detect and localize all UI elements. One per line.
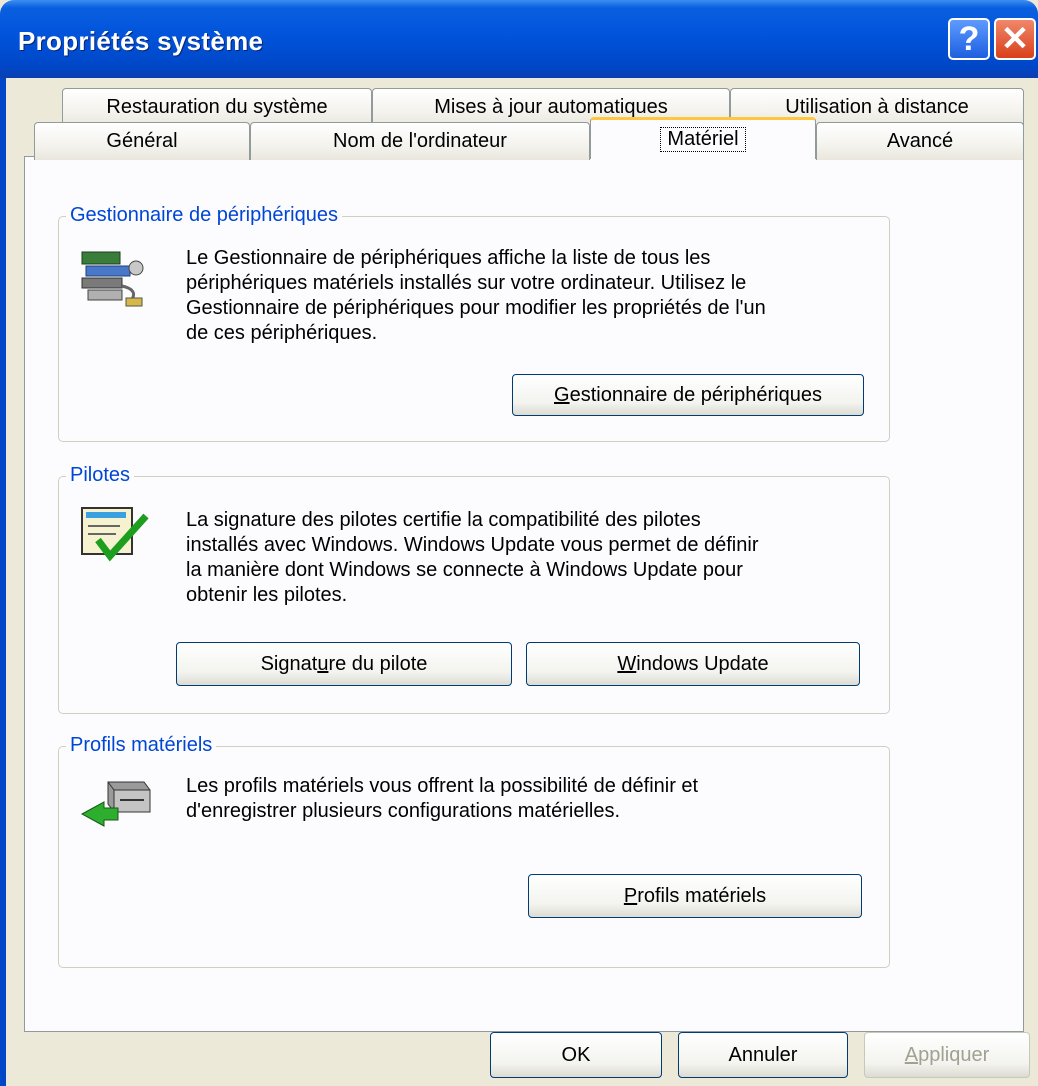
device-manager-group-title: Gestionnaire de périphériques bbox=[66, 204, 342, 227]
tab-system-restore[interactable]: Restauration du système bbox=[62, 88, 372, 126]
drivers-description: La signature des pilotes certifie la com… bbox=[186, 509, 759, 606]
close-icon: ✕ bbox=[1000, 20, 1030, 58]
drivers-group-title: Pilotes bbox=[66, 464, 135, 487]
question-mark-icon: ? bbox=[958, 20, 980, 58]
windows-update-button[interactable]: Windows Update bbox=[526, 642, 860, 686]
cancel-button[interactable]: Annuler bbox=[678, 1032, 848, 1078]
driver-signing-button[interactable]: Signat u re du pilote bbox=[176, 642, 512, 686]
hardware-profiles-group-title: Profils matériels bbox=[66, 734, 217, 757]
device-manager-button[interactable]: Gestionnaire de périphériques bbox=[512, 374, 864, 416]
window-left-border bbox=[0, 78, 6, 1086]
tab-computer-name[interactable]: Nom de l'ordinateur bbox=[250, 122, 590, 160]
ok-button[interactable]: OK bbox=[490, 1032, 662, 1078]
driver-signing-icon bbox=[81, 507, 149, 562]
apply-button[interactable]: Appliquer bbox=[864, 1032, 1030, 1078]
hardware-profiles-description: Les profils matériels vous offrent la po… bbox=[186, 775, 699, 822]
window-title: Propriétés système bbox=[18, 26, 264, 56]
device-manager-description: Le Gestionnaire de périphériques affiche… bbox=[186, 247, 766, 344]
help-button[interactable]: ? bbox=[948, 18, 990, 60]
system-properties-dialog: Propriétés système ? ✕ Restauration du s… bbox=[0, 0, 1038, 1086]
tab-hardware[interactable]: Matériel bbox=[590, 117, 816, 159]
hardware-profiles-icon bbox=[80, 781, 151, 827]
hardware-profiles-button[interactable]: Profils matériels bbox=[528, 874, 862, 918]
device-manager-icon bbox=[81, 251, 144, 307]
tab-general[interactable]: Général bbox=[34, 122, 250, 160]
tab-advanced[interactable]: Avancé bbox=[816, 122, 1024, 160]
title-bar[interactable]: Propriétés système ? ✕ bbox=[0, 0, 1038, 78]
close-button[interactable]: ✕ bbox=[994, 18, 1036, 60]
